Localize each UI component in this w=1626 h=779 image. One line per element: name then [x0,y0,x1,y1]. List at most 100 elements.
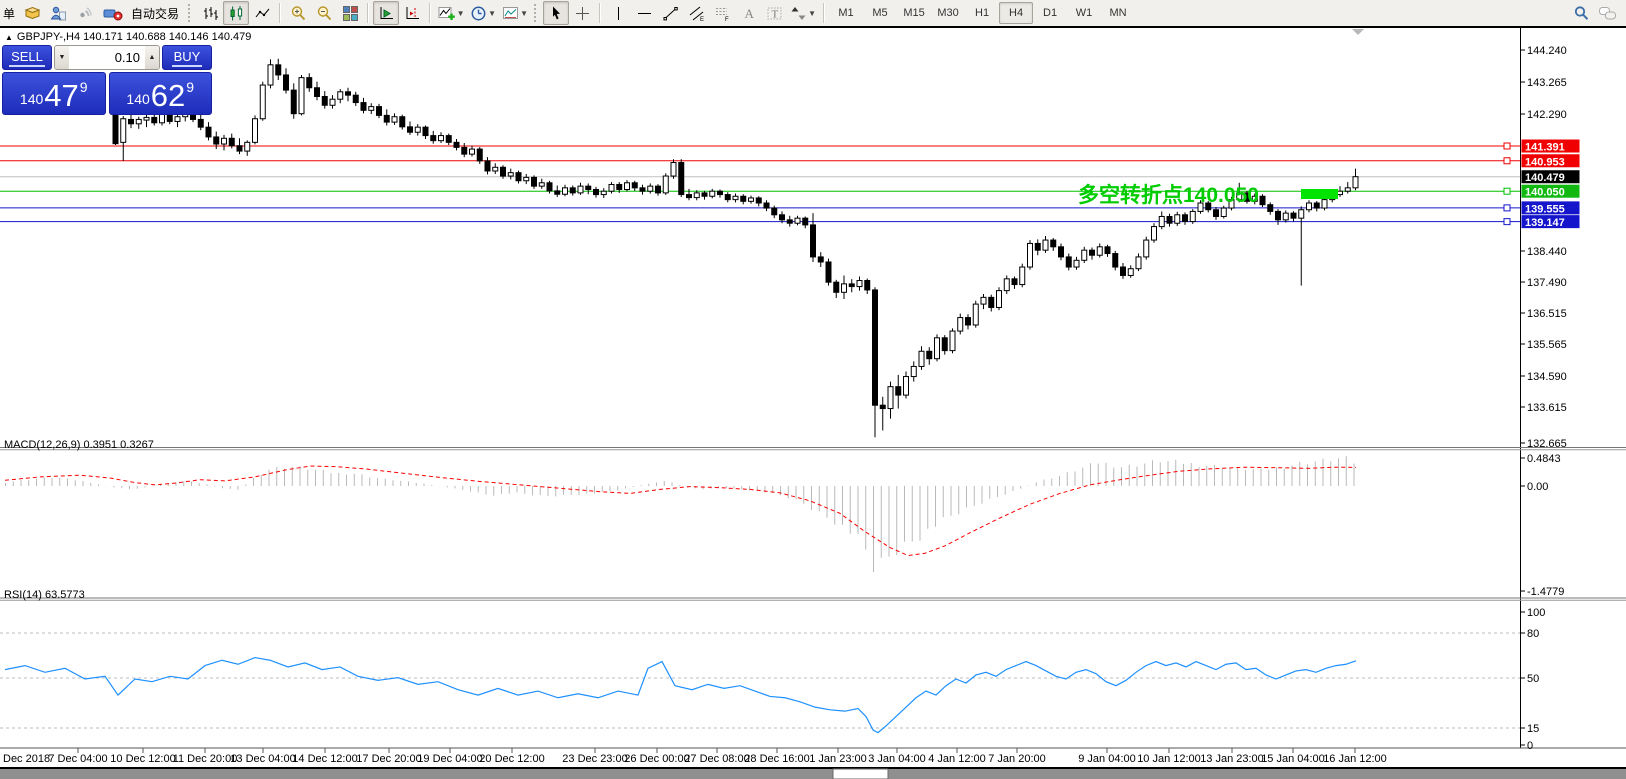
candle-body [1353,177,1358,188]
candle-body [849,284,854,287]
sell-price[interactable]: 140 47 9 [2,72,106,115]
zoom-in-button[interactable] [285,1,311,25]
zoom-out-button[interactable] [311,1,337,25]
cursor-button[interactable] [543,1,569,25]
toolbar-drag-handle[interactable] [534,4,540,22]
price-axis-label: 135.565 [1527,339,1567,351]
timeframe-group: M1M5M15M30H1H4D1W1MN [829,2,1135,24]
time-axis-label: 27 Dec 08:00 [684,753,749,765]
candle-body [1338,191,1343,194]
text-button[interactable]: A [735,1,761,25]
candle-body [764,203,769,208]
templates-icon [502,5,519,22]
equidistant-channel-button[interactable]: E [683,1,709,25]
volume-decrease-button[interactable]: ▼ [55,46,69,69]
line-chart-button[interactable] [249,1,275,25]
candle-body [1214,210,1219,217]
text-icon: A [740,5,757,22]
templates-dropdown-icon[interactable]: ▼ [520,9,528,18]
new-order-button[interactable] [19,1,45,25]
candle-body [1136,257,1141,269]
chart-shift-button[interactable] [399,1,425,25]
candle-body [524,177,529,180]
candle-body [229,138,234,145]
signals-button[interactable] [71,1,97,25]
timeframe-M15[interactable]: M15 [897,2,931,24]
timeframe-W1[interactable]: W1 [1067,2,1101,24]
candle-body [129,119,134,123]
candle-body [268,65,273,85]
candle-body [1035,243,1040,250]
crosshair-button[interactable] [569,1,595,25]
svg-text:F: F [725,17,729,22]
candle-body [377,107,382,116]
candle-body [632,183,637,188]
candle-body [470,149,475,154]
templates-button[interactable]: ▼ [499,1,531,25]
candle-body [260,85,265,119]
timeframe-MN[interactable]: MN [1101,2,1135,24]
candle-body [330,99,335,105]
candle-body [570,188,575,193]
candle-body [477,149,482,161]
profile-icon [50,5,67,22]
candle-body [1144,240,1149,257]
timeframe-D1[interactable]: D1 [1033,2,1067,24]
autotrading-button[interactable] [97,1,129,25]
arrows-dropdown-icon[interactable]: ▼ [808,9,816,18]
bar-chart-button[interactable] [197,1,223,25]
candle-body [749,198,754,201]
candle-body [1322,200,1327,208]
sell-price-pips: 47 [44,80,78,111]
candle-body [1221,208,1226,216]
candle-body [663,176,668,193]
autotrading-icon [103,5,123,22]
rsi-axis-label: 15 [1527,723,1539,735]
time-axis-label: 16 Jan 12:00 [1323,753,1387,765]
indicators-dropdown-icon[interactable]: ▼ [457,9,465,18]
candle-body [508,173,513,176]
candle-body [718,191,723,194]
timeframe-M1[interactable]: M1 [829,2,863,24]
trendline-button[interactable] [657,1,683,25]
indicators-button[interactable]: ▼ [435,1,467,25]
timeframe-M5[interactable]: M5 [863,2,897,24]
candle-body [384,115,389,122]
arrows-button[interactable]: ▼ [787,1,819,25]
volume-value[interactable]: 0.10 [69,46,145,69]
horizontal-line-button[interactable] [631,1,657,25]
collapse-trade-panel-icon[interactable]: ▲ [5,33,13,42]
candle-body [214,137,219,144]
candle-body [315,88,320,97]
sell-button[interactable]: SELL [2,45,52,70]
candle-body [555,191,560,194]
periods-button[interactable]: ▼ [467,1,499,25]
candle-body [291,90,296,114]
volume-increase-button[interactable]: ▲ [145,46,159,69]
chat-button[interactable] [1594,1,1620,25]
auto-scroll-button[interactable] [373,1,399,25]
candlestick-chart-button[interactable] [223,1,249,25]
toolbar-drag-handle[interactable] [188,4,194,22]
profile-button[interactable] [45,1,71,25]
time-axis-label: 10 Dec 12:00 [110,753,175,765]
buy-price[interactable]: 140 62 9 [109,72,213,115]
timeframe-M30[interactable]: M30 [931,2,965,24]
timeframe-H1[interactable]: H1 [965,2,999,24]
text-label-button[interactable]: T [761,1,787,25]
tile-windows-button[interactable] [337,1,363,25]
candle-body [818,257,823,262]
autotrading-label[interactable]: 自动交易 [131,5,179,22]
timeframe-H4[interactable]: H4 [999,2,1033,24]
candle-body [950,331,955,351]
fibonacci-button[interactable]: F [709,1,735,25]
price-axis-label: 142.290 [1527,109,1567,121]
chart-canvas[interactable]: 多空转折点140.050144.240143.265142.290138.440… [0,28,1626,779]
menu-item-partial[interactable]: 单 [3,5,15,22]
candle-body [1314,203,1319,208]
time-axis-label: 15 Jan 04:00 [1261,753,1325,765]
search-button[interactable] [1568,1,1594,25]
periods-dropdown-icon[interactable]: ▼ [488,9,496,18]
buy-button[interactable]: BUY [162,45,212,70]
vertical-line-button[interactable] [605,1,631,25]
